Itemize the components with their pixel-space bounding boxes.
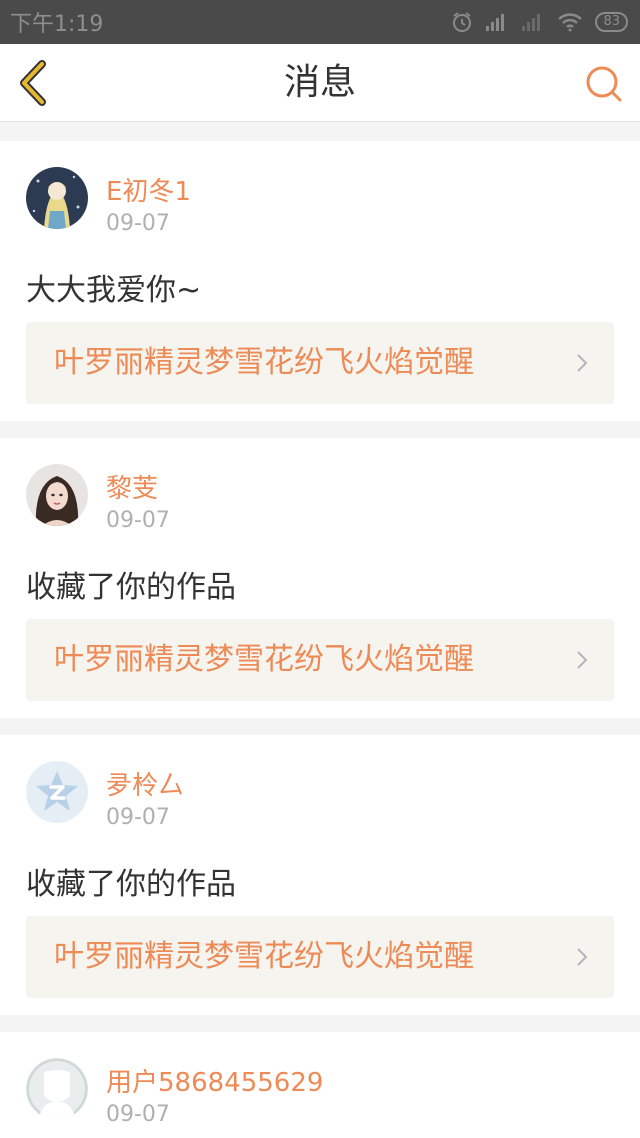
message-card: 用户5868455629 09-07: [0, 1032, 640, 1138]
message-date: 09-07: [106, 1102, 170, 1127]
status-bar: 下午1:19 83: [0, 0, 640, 44]
message-date: 09-07: [106, 508, 170, 533]
message-card: 夛柃厶 09-07 收藏了你的作品 叶罗丽精灵梦雪花纷飞火焰觉醒: [0, 735, 640, 1015]
search-button[interactable]: [584, 64, 624, 104]
message-text: 大大我爱你~: [26, 273, 202, 308]
username[interactable]: E初冬1: [106, 171, 191, 208]
work-link[interactable]: 叶罗丽精灵梦雪花纷飞火焰觉醒: [26, 619, 614, 701]
username[interactable]: 夛柃厶: [106, 765, 184, 802]
work-title: 叶罗丽精灵梦雪花纷飞火焰觉醒: [54, 642, 474, 677]
avatar[interactable]: [26, 761, 88, 823]
signal-2-icon: [521, 12, 545, 32]
work-title: 叶罗丽精灵梦雪花纷飞火焰觉醒: [54, 345, 474, 380]
chevron-right-icon: [577, 354, 588, 372]
status-icons: 83: [451, 11, 628, 33]
message-card: E初冬1 09-07 大大我爱你~ 叶罗丽精灵梦雪花纷飞火焰觉醒: [0, 141, 640, 421]
avatar[interactable]: [26, 1058, 88, 1120]
chevron-right-icon: [577, 948, 588, 966]
work-link[interactable]: 叶罗丽精灵梦雪花纷飞火焰觉醒: [26, 322, 614, 404]
wifi-icon: [557, 12, 583, 32]
work-link[interactable]: 叶罗丽精灵梦雪花纷飞火焰觉醒: [26, 916, 614, 998]
avatar[interactable]: [26, 167, 88, 229]
work-title: 叶罗丽精灵梦雪花纷飞火焰觉醒: [54, 939, 474, 974]
search-icon: [586, 66, 622, 102]
status-time: 下午1:19: [10, 12, 104, 37]
avatar[interactable]: [26, 464, 88, 526]
chevron-right-icon: [577, 651, 588, 669]
page-title: 消息: [283, 62, 356, 103]
username[interactable]: 黎芰: [106, 468, 158, 505]
message-text: 收藏了你的作品: [26, 570, 236, 605]
message-card: 黎芰 09-07 收藏了你的作品 叶罗丽精灵梦雪花纷飞火焰觉醒: [0, 438, 640, 718]
message-text: 收藏了你的作品: [26, 867, 236, 902]
alarm-icon: [451, 11, 473, 33]
message-date: 09-07: [106, 211, 170, 236]
battery-indicator: 83: [595, 12, 628, 32]
message-date: 09-07: [106, 805, 170, 830]
signal-icon: [485, 12, 509, 32]
username[interactable]: 用户5868455629: [106, 1062, 323, 1099]
navigation-bar: 消息: [0, 44, 640, 122]
